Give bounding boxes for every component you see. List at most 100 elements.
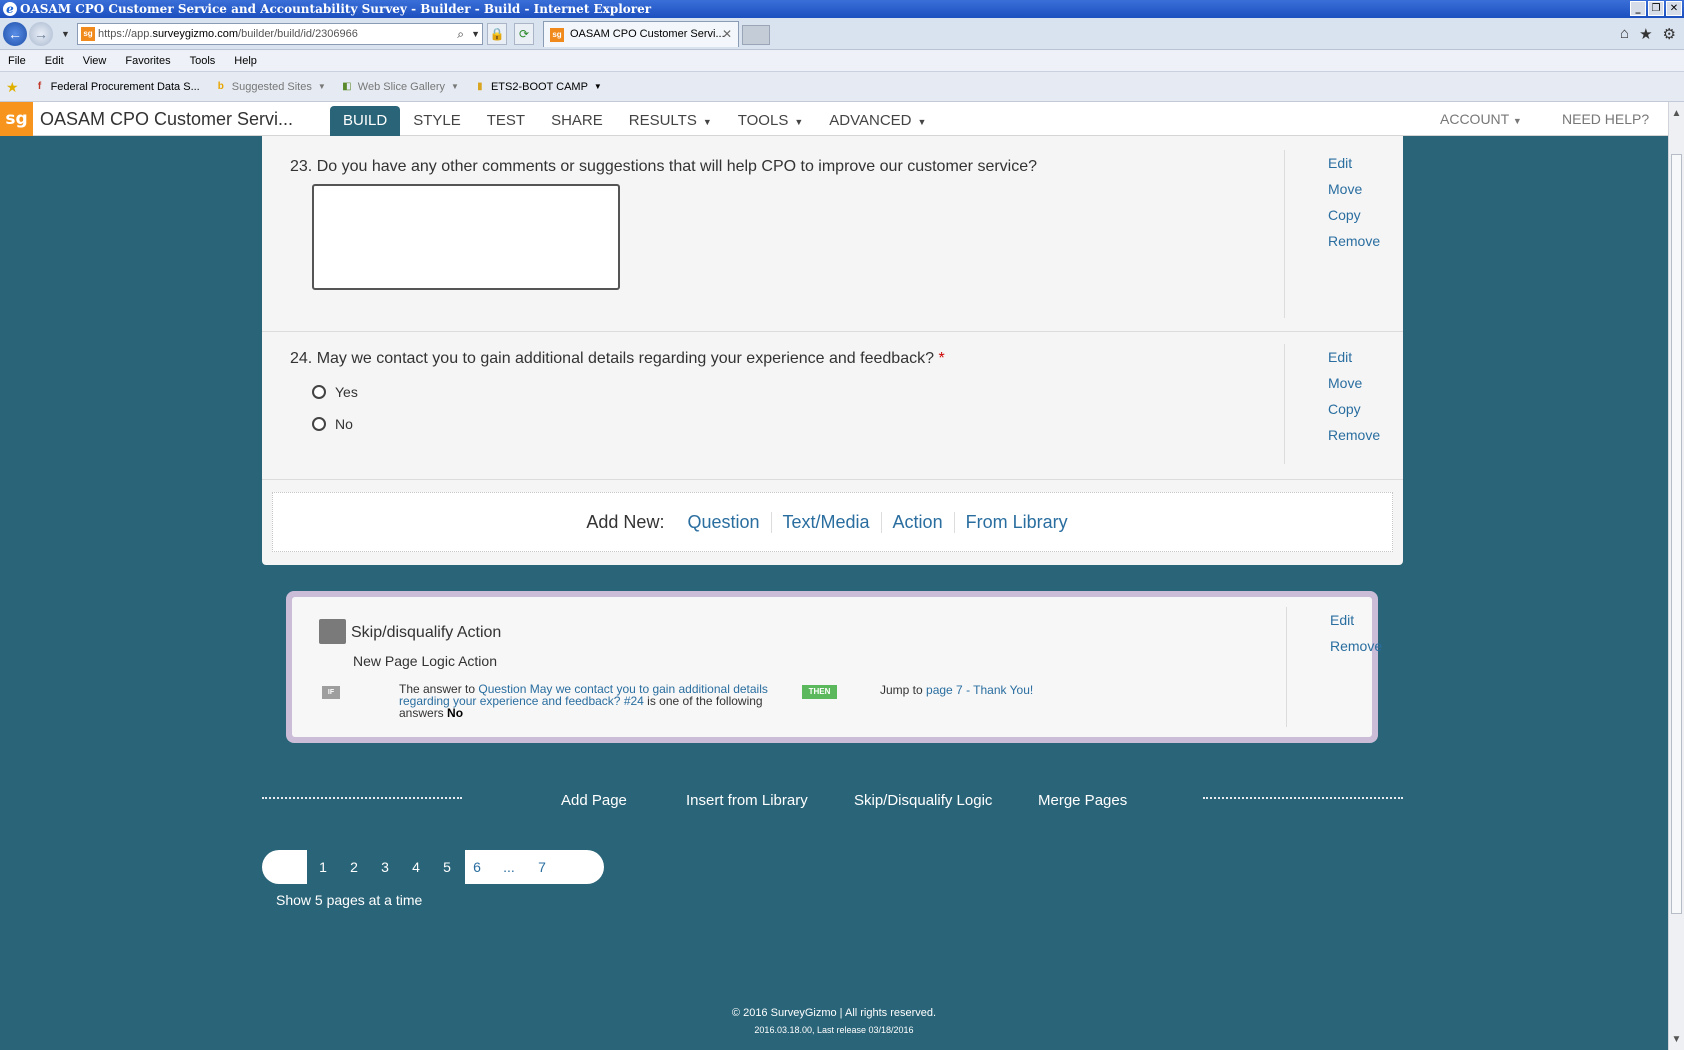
favorite-item-ets2[interactable]: ▮ ETS2-BOOT CAMP ▼ (473, 72, 602, 102)
nav-results[interactable]: RESULTS ▼ (616, 106, 725, 136)
merge-pages-link[interactable]: Merge Pages (1038, 792, 1127, 809)
move-link[interactable]: Move (1285, 176, 1394, 202)
edit-link[interactable]: Edit (1285, 150, 1394, 176)
menu-help[interactable]: Help (234, 50, 257, 71)
window-controls: _ ❐ ✕ (1630, 1, 1682, 16)
new-tab-button[interactable] (742, 25, 770, 45)
account-label: ACCOUNT (1440, 111, 1509, 127)
close-button[interactable]: ✕ (1666, 1, 1682, 16)
action-drag-handle[interactable] (319, 619, 346, 644)
action-subtitle: New Page Logic Action (353, 653, 497, 669)
close-tab-icon[interactable]: ✕ (722, 22, 732, 46)
favorite-item-suggested[interactable]: b Suggested Sites ▼ (214, 72, 326, 102)
nav-share[interactable]: SHARE (538, 106, 616, 136)
scroll-down-icon[interactable]: ▼ (1669, 1032, 1684, 1048)
edit-link[interactable]: Edit (1287, 607, 1386, 633)
insert-from-library-link[interactable]: Insert from Library (686, 792, 808, 809)
nav-label: STYLE (413, 112, 461, 129)
chevron-down-icon: ▼ (917, 117, 927, 127)
nav-build[interactable]: BUILD (330, 106, 401, 136)
page-link-3[interactable]: 3 (375, 850, 395, 884)
page-link-1[interactable]: 1 (313, 850, 333, 884)
search-icon[interactable]: ⌕ (457, 24, 464, 44)
nav-advanced[interactable]: ADVANCED ▼ (816, 106, 939, 136)
url-host: surveygizmo.com (152, 28, 239, 40)
question-text: Do you have any other comments or sugges… (316, 158, 1038, 175)
radio-option-no[interactable]: No (312, 416, 353, 432)
menu-tools[interactable]: Tools (190, 50, 216, 71)
restore-button[interactable]: ❐ (1648, 1, 1664, 16)
scroll-up-icon[interactable]: ▲ (1669, 106, 1684, 122)
action-card: Skip/disqualify Action New Page Logic Ac… (292, 597, 1382, 737)
page-link-5[interactable]: 5 (437, 850, 457, 884)
favorites-star-icon[interactable]: ★ (1639, 25, 1652, 43)
history-dropdown-icon[interactable]: ▼ (61, 29, 70, 39)
menu-favorites[interactable]: Favorites (125, 50, 170, 71)
remove-link[interactable]: Remove (1285, 422, 1394, 448)
add-question-link[interactable]: Question (676, 512, 770, 533)
page-link-2[interactable]: 2 (344, 850, 364, 884)
page-logic-action: Skip/disqualify Action New Page Logic Ac… (286, 591, 1382, 743)
remove-link[interactable]: Remove (1285, 228, 1394, 254)
copy-link[interactable]: Copy (1285, 202, 1394, 228)
edit-link[interactable]: Edit (1285, 344, 1394, 370)
radio-button[interactable] (312, 417, 326, 431)
home-icon[interactable]: ⌂ (1620, 25, 1629, 43)
page-link-4[interactable]: 4 (406, 850, 426, 884)
skip-disqualify-logic-link[interactable]: Skip/Disqualify Logic (854, 792, 992, 809)
radio-option-yes[interactable]: Yes (312, 384, 358, 400)
action-actions: Edit Remove (1286, 607, 1386, 727)
comment-textarea[interactable] (312, 184, 620, 290)
remove-link[interactable]: Remove (1287, 633, 1386, 659)
nav-test[interactable]: TEST (474, 106, 538, 136)
surveygizmo-logo[interactable]: sg (0, 102, 33, 136)
lock-icon[interactable]: 🔒 (487, 23, 507, 45)
radio-button[interactable] (312, 385, 326, 399)
chevron-down-icon: ▼ (702, 117, 712, 127)
browser-tools: ⌂ ★ ⚙ (1620, 25, 1676, 43)
bing-icon: b (217, 80, 224, 92)
favorites-bar: ★ f Federal Procurement Data S... b Sugg… (0, 72, 1684, 102)
menu-view[interactable]: View (83, 50, 107, 71)
add-action-link[interactable]: Action (880, 511, 954, 533)
favorite-item-fpds[interactable]: f Federal Procurement Data S... (33, 72, 200, 102)
copy-link[interactable]: Copy (1285, 396, 1394, 422)
question-block-23: 23. Do you have any other comments or su… (262, 136, 1403, 332)
move-link[interactable]: Move (1285, 370, 1394, 396)
account-menu[interactable]: ACCOUNT ▼ (1440, 102, 1522, 138)
address-toolbar: ← → ▼ sg https://app.surveygizmo.com/bui… (0, 18, 1684, 50)
refresh-icon[interactable]: ⟳ (514, 23, 534, 45)
vertical-scrollbar[interactable]: ▲ ▼ (1668, 102, 1684, 1050)
question-number: 24. (290, 350, 313, 367)
tab-favicon-icon: sg (550, 28, 564, 42)
browser-tab[interactable]: sg OASAM CPO Customer Servi... ✕ (543, 21, 739, 47)
survey-page-panel: 23. Do you have any other comments or su… (262, 136, 1403, 565)
chevron-down-icon: ▼ (317, 81, 326, 91)
nav-label: RESULTS (628, 112, 697, 129)
page-link-7[interactable]: 7 (532, 850, 552, 884)
favorite-item-webslice[interactable]: ◧ Web Slice Gallery ▼ (340, 72, 459, 102)
gear-icon[interactable]: ⚙ (1663, 25, 1676, 43)
nav-style[interactable]: STYLE (400, 106, 474, 136)
add-text-media-link[interactable]: Text/Media (770, 511, 881, 533)
jump-target-link[interactable]: page 7 - Thank You! (926, 683, 1033, 697)
page-link-6[interactable]: 6 (467, 850, 487, 884)
add-from-library-link[interactable]: From Library (953, 511, 1079, 533)
add-page-link[interactable]: Add Page (561, 792, 627, 809)
survey-title[interactable]: OASAM CPO Customer Servi... (40, 102, 293, 136)
nav-label: SHARE (551, 112, 603, 129)
address-input[interactable]: sg https://app.surveygizmo.com/builder/b… (77, 23, 483, 45)
address-dropdown-icon[interactable]: ▼ (471, 24, 480, 44)
forward-button[interactable]: → (29, 22, 53, 46)
menu-edit[interactable]: Edit (45, 50, 64, 71)
menu-bar: File Edit View Favorites Tools Help (0, 50, 1684, 72)
nav-tools[interactable]: TOOLS ▼ (725, 106, 817, 136)
menu-file[interactable]: File (8, 50, 26, 71)
chevron-down-icon: ▼ (451, 81, 459, 91)
favorites-star-icon[interactable]: ★ (6, 72, 19, 102)
need-help-link[interactable]: NEED HELP? (1562, 102, 1649, 136)
minimize-button[interactable]: _ (1630, 1, 1646, 16)
site-favicon-icon: sg (81, 27, 95, 41)
show-pages-setting[interactable]: Show 5 pages at a time (276, 892, 422, 908)
back-button[interactable]: ← (3, 22, 27, 46)
